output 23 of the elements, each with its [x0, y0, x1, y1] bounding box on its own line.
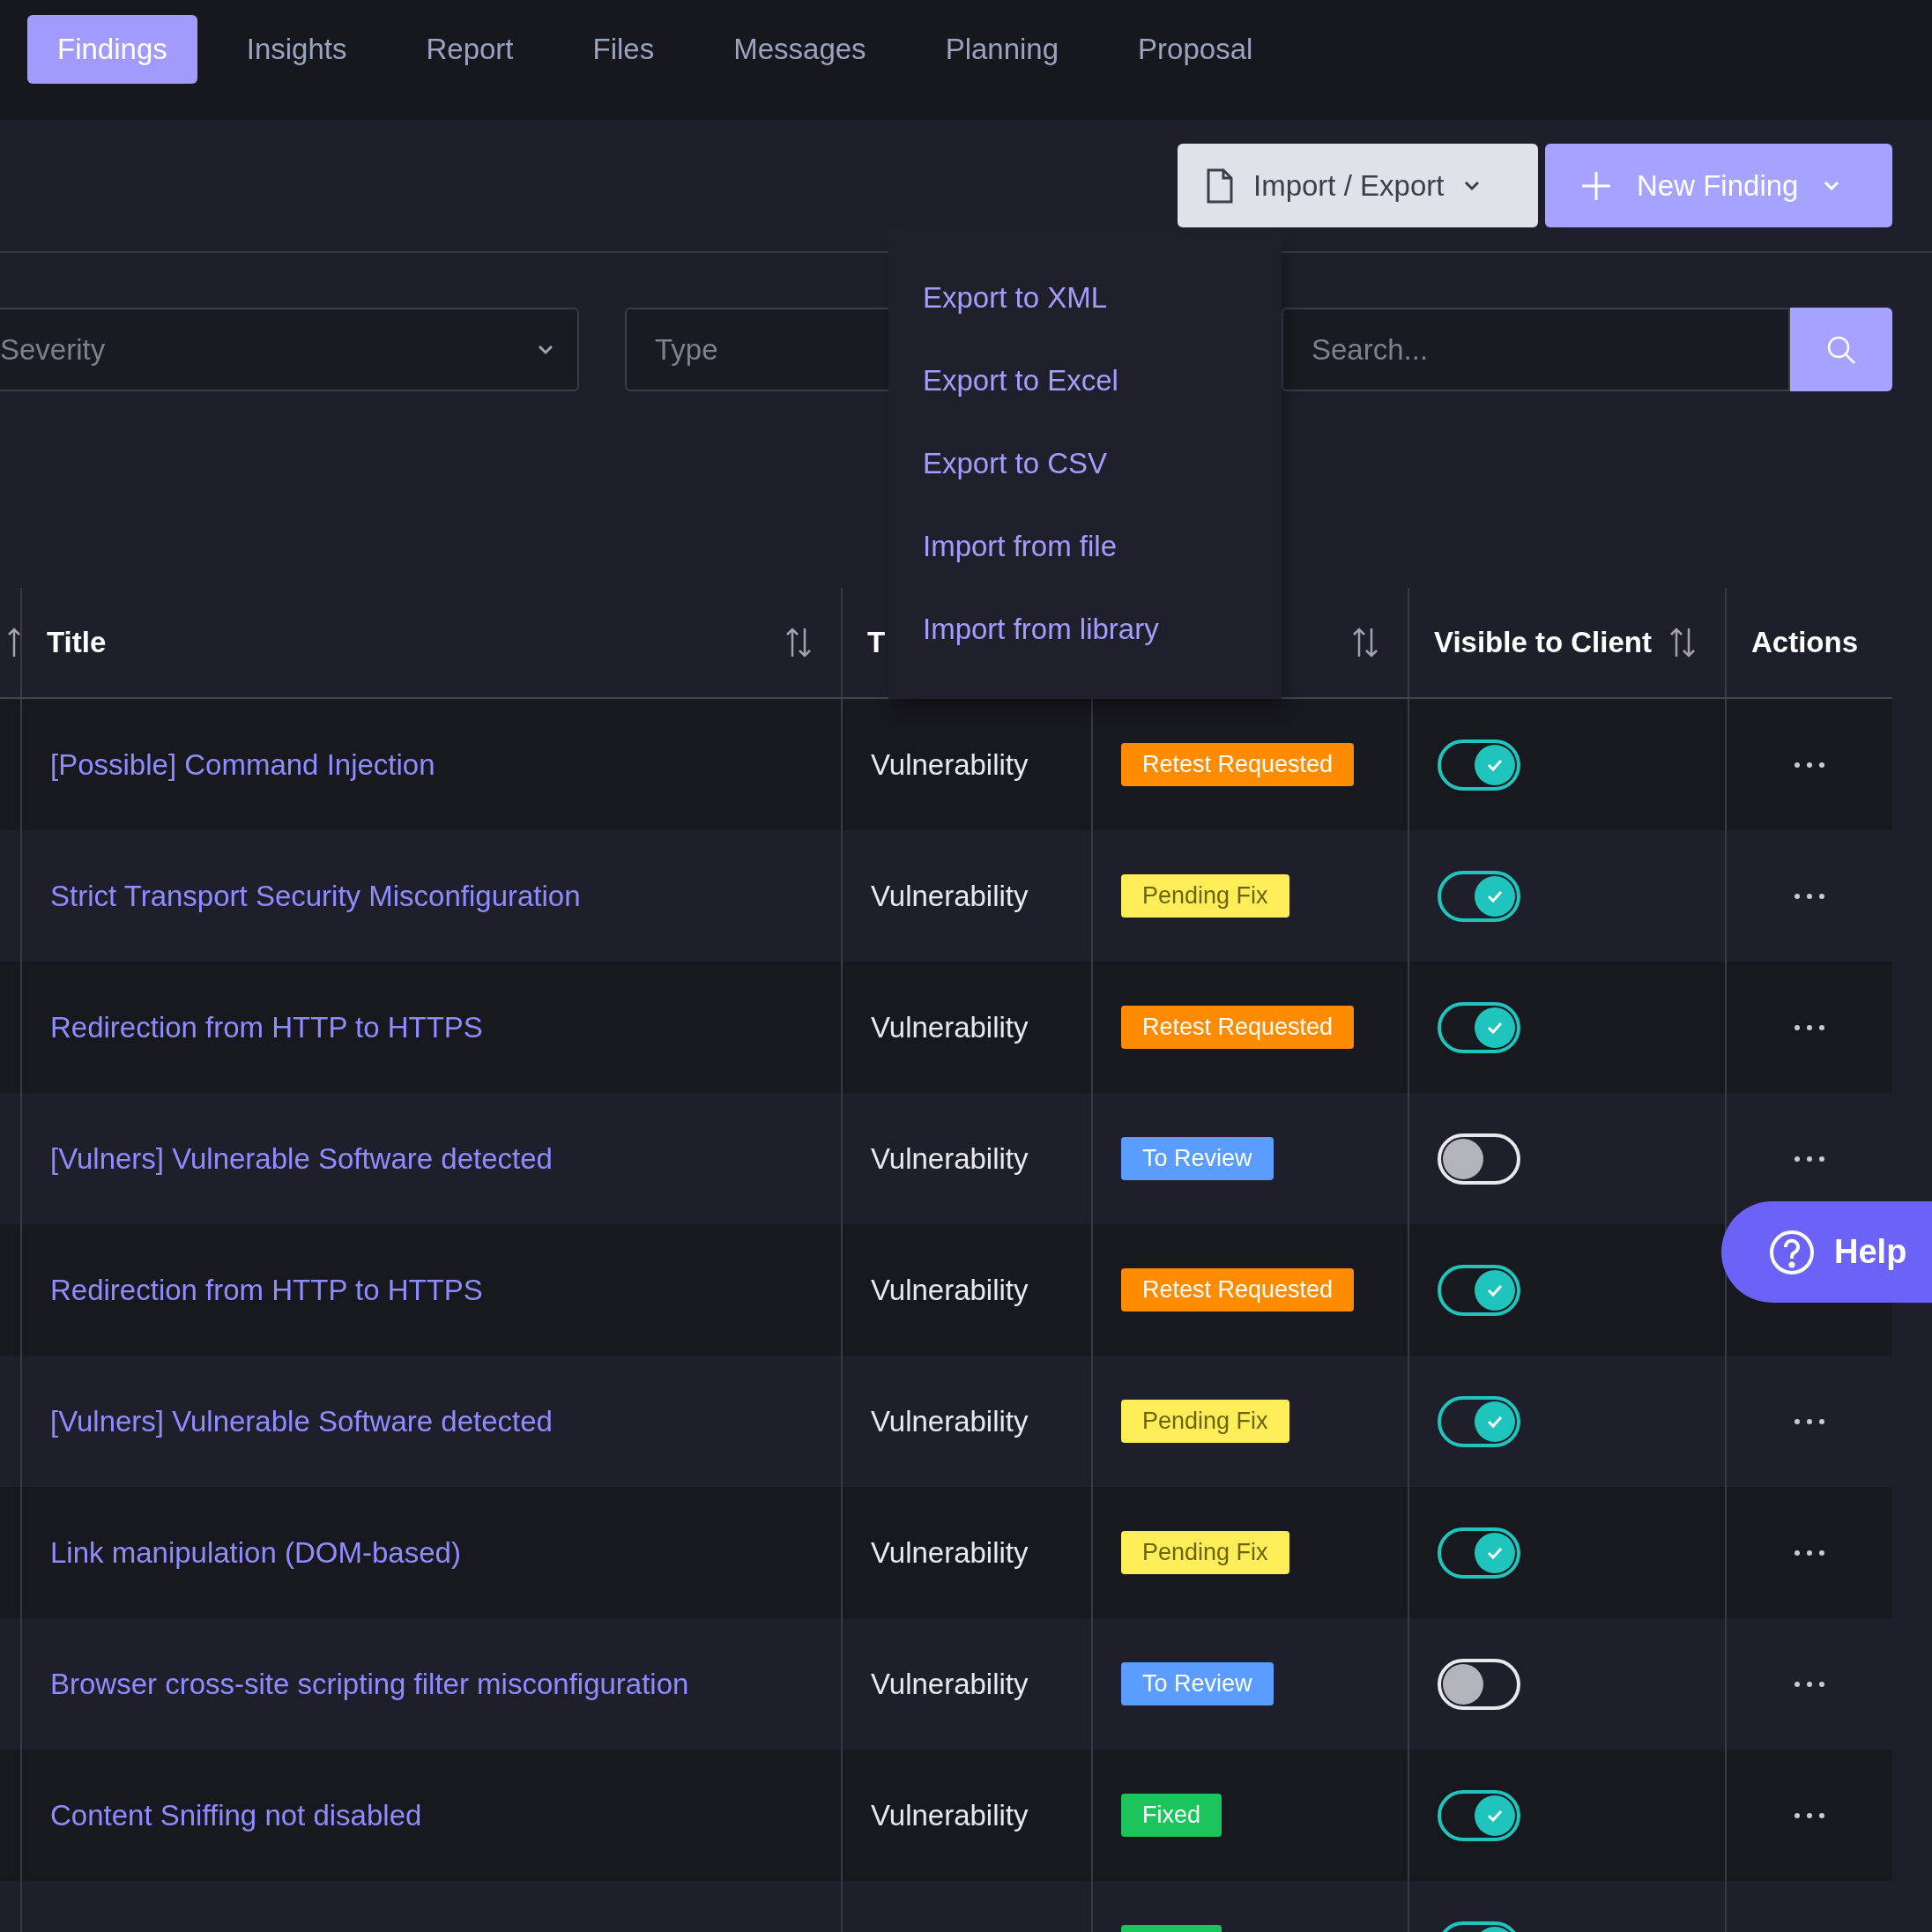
type-text: Vulnerability [871, 878, 1029, 914]
type-text: Vulnerability [871, 747, 1029, 783]
column-header: Visible to Client [1434, 625, 1652, 661]
column-header: Title [47, 625, 107, 661]
type-text: Vulnerability [871, 1272, 1029, 1308]
column-header: Actions [1751, 625, 1858, 661]
type-text: Vulnerability [871, 1141, 1029, 1177]
status-badge: Fixed [1121, 1794, 1222, 1837]
status-badge: Retest Requested [1121, 1268, 1355, 1312]
type-text: Vulnerability [871, 1797, 1029, 1833]
column-header: T [867, 625, 886, 661]
type-text: Vulnerability [871, 1009, 1029, 1045]
status-badge: Pending Fix [1121, 874, 1289, 918]
status-badge: Retest Requested [1121, 743, 1355, 786]
type-text: Vulnerability [871, 1534, 1029, 1571]
status-badge: To Review [1121, 1662, 1274, 1705]
status-badge: Pending Fix [1121, 1400, 1289, 1443]
status-badge: To Review [1121, 1137, 1274, 1180]
type-text: Vulnerability [871, 1666, 1029, 1702]
severity-placeholder: Severity [0, 331, 106, 368]
status-badge: Pending Fix [1121, 1531, 1289, 1574]
type-text: Vulnerability [871, 1403, 1029, 1439]
status-badge: Retest Requested [1121, 1006, 1355, 1049]
